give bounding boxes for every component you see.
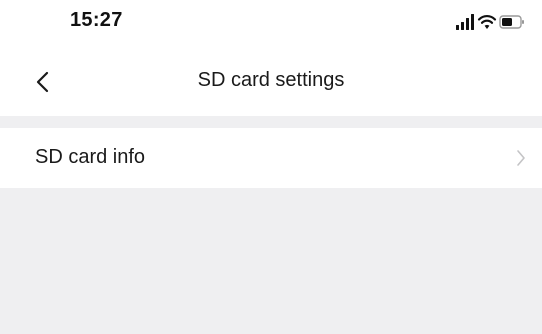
wifi-icon (477, 15, 497, 29)
signal-icon (456, 14, 474, 30)
status-time: 15:27 (70, 9, 123, 31)
status-bar: 15:27 (0, 0, 542, 44)
page-title: SD card settings (197, 69, 345, 91)
setting-label: SD card info (35, 146, 146, 168)
chevron-right-icon (517, 150, 525, 166)
sd-card-info-row[interactable]: SD card info (0, 128, 542, 188)
header-area: 15:27 SD card settings (0, 0, 542, 116)
battery-icon (499, 15, 524, 29)
status-icons (455, 13, 525, 31)
settings-list: SD card info (0, 128, 542, 188)
nav-bar: SD card settings (0, 60, 542, 104)
